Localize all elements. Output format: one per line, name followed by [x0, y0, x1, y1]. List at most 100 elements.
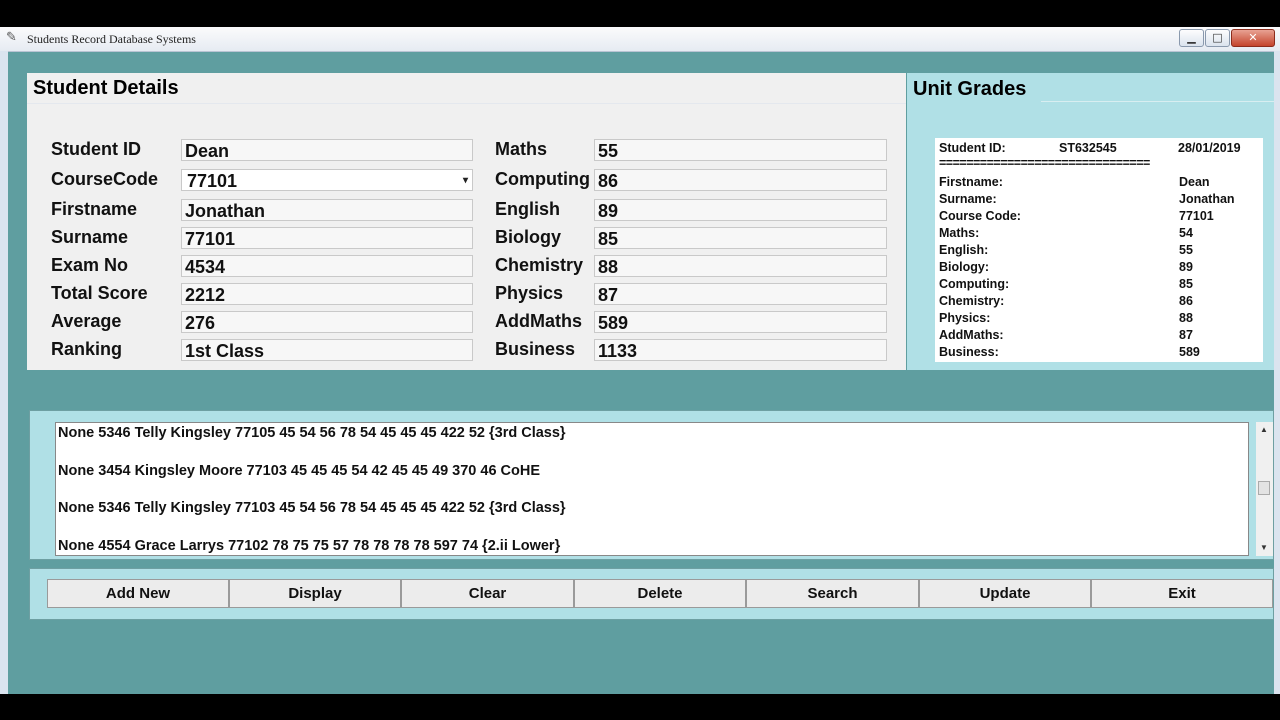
maths-value: 55 — [598, 141, 619, 161]
computing-input[interactable]: 86 — [594, 169, 887, 191]
physics-input[interactable]: 87 — [594, 283, 887, 305]
window-title: Students Record Database Systems — [27, 32, 196, 46]
receipt-english-label: English: — [939, 243, 989, 257]
scroll-thumb[interactable] — [1258, 481, 1270, 495]
biology-value: 85 — [598, 229, 619, 249]
total-score-value: 2212 — [185, 285, 226, 305]
feather-icon: ✎ — [6, 30, 17, 45]
maximize-button[interactable]: □ — [1205, 29, 1230, 47]
window-border-right — [1274, 51, 1280, 694]
receipt-addmaths-label: AddMaths: — [939, 328, 1004, 342]
ranking-value: 1st Class — [185, 341, 265, 361]
addmaths-label: AddMaths — [495, 311, 582, 331]
receipt-addmaths-value: 87 — [1179, 328, 1193, 342]
screen-bottom-bar — [0, 694, 1280, 720]
receipt-physics-value: 88 — [1179, 311, 1193, 325]
biology-input[interactable]: 85 — [594, 227, 887, 249]
receipt-student-id: ST632545 — [1059, 141, 1117, 155]
chemistry-input[interactable]: 88 — [594, 255, 887, 277]
computing-value: 86 — [598, 171, 619, 191]
average-input[interactable]: 276 — [181, 311, 473, 333]
delete-button[interactable]: Delete — [574, 579, 746, 608]
firstname-input[interactable]: Jonathan — [181, 199, 473, 221]
student-details-title: Student Details — [33, 77, 179, 99]
exam-no-label: Exam No — [51, 255, 129, 275]
firstname-label: Firstname — [51, 199, 138, 219]
records-listbox[interactable]: None 5346 Telly Kingsley 77105 45 54 56 … — [55, 422, 1249, 556]
addmaths-input[interactable]: 589 — [594, 311, 887, 333]
student-id-input[interactable]: Dean — [181, 139, 473, 161]
receipt-chemistry-label: Chemistry: — [939, 294, 1005, 308]
add-new-button[interactable]: Add New — [47, 579, 229, 608]
ranking-label: Ranking — [51, 339, 123, 359]
average-label: Average — [51, 311, 122, 331]
student-id-value: Dean — [185, 141, 230, 161]
biology-label: Biology — [495, 227, 561, 247]
display-button[interactable]: Display — [229, 579, 401, 608]
receipt-course-code-value: 77101 — [1179, 209, 1214, 223]
receipt-business-value: 589 — [1179, 345, 1200, 359]
english-value: 89 — [598, 201, 619, 221]
list-item[interactable]: None 5346 Telly Kingsley 77103 45 54 56 … — [58, 500, 566, 516]
maths-input[interactable]: 55 — [594, 139, 887, 161]
computing-label: Computing — [495, 169, 590, 189]
receipt-english-value: 55 — [1179, 243, 1193, 257]
receipt-firstname-value: Dean — [1179, 175, 1210, 189]
list-item[interactable]: None 3454 Kingsley Moore 77103 45 45 45 … — [58, 463, 540, 479]
student-id-label: Student ID — [51, 139, 141, 159]
receipt-computing-label: Computing: — [939, 277, 1010, 291]
receipt-business-label: Business: — [939, 345, 999, 359]
average-value: 276 — [185, 313, 216, 333]
business-label: Business — [495, 339, 576, 359]
unit-grades-divider — [1041, 101, 1274, 102]
receipt-maths-label: Maths: — [939, 226, 980, 240]
close-button[interactable]: ✕ — [1231, 29, 1275, 47]
exam-no-input[interactable]: 4534 — [181, 255, 473, 277]
coursecode-label: CourseCode — [51, 169, 159, 189]
list-item[interactable]: None 4554 Grace Larrys 77102 78 75 75 57… — [58, 538, 560, 554]
receipt-course-code-label: Course Code: — [939, 209, 1021, 223]
receipt-separator: =============================== — [939, 156, 1150, 170]
clear-button[interactable]: Clear — [401, 579, 574, 608]
ranking-input[interactable]: 1st Class — [181, 339, 473, 361]
receipt-surname-label: Surname: — [939, 192, 997, 206]
records-scrollbar[interactable]: ▲ ▼ — [1256, 422, 1273, 556]
receipt-maths-value: 54 — [1179, 226, 1193, 240]
total-score-label: Total Score — [51, 283, 148, 303]
title-bar[interactable]: ✎ Students Record Database Systems ▁ □ ✕ — [0, 27, 1280, 52]
receipt-biology-value: 89 — [1179, 260, 1193, 274]
chemistry-label: Chemistry — [495, 255, 584, 275]
list-item[interactable]: None 5346 Telly Kingsley 77105 45 54 56 … — [58, 425, 566, 441]
scroll-down-arrow-icon[interactable]: ▼ — [1260, 543, 1268, 552]
search-button[interactable]: Search — [746, 579, 919, 608]
coursecode-value: 77101 — [187, 171, 238, 191]
surname-value: 77101 — [185, 229, 236, 249]
english-input[interactable]: 89 — [594, 199, 887, 221]
physics-value: 87 — [598, 285, 619, 305]
receipt-chemistry-value: 86 — [1179, 294, 1193, 308]
surname-input[interactable]: 77101 — [181, 227, 473, 249]
business-input[interactable]: 1133 — [594, 339, 887, 361]
scroll-up-arrow-icon[interactable]: ▲ — [1260, 425, 1268, 434]
firstname-value: Jonathan — [185, 201, 266, 221]
english-label: English — [495, 199, 561, 219]
update-button[interactable]: Update — [919, 579, 1091, 608]
maths-label: Maths — [495, 139, 548, 159]
exit-button[interactable]: Exit — [1091, 579, 1273, 608]
total-score-input[interactable]: 2212 — [181, 283, 473, 305]
window-border-left — [0, 51, 8, 694]
minimize-button[interactable]: ▁ — [1179, 29, 1204, 47]
surname-label: Surname — [51, 227, 129, 247]
business-value: 1133 — [598, 341, 638, 361]
receipt-computing-value: 85 — [1179, 277, 1193, 291]
chevron-down-icon[interactable]: ▾ — [463, 170, 468, 190]
coursecode-input[interactable]: 77101 ▾ — [181, 169, 473, 191]
receipt-surname-value: Jonathan — [1179, 192, 1235, 206]
receipt-biology-label: Biology: — [939, 260, 989, 274]
chemistry-value: 88 — [598, 257, 619, 277]
physics-label: Physics — [495, 283, 564, 303]
receipt-date: 28/01/2019 — [1178, 141, 1241, 155]
receipt-firstname-label: Firstname: — [939, 175, 1003, 189]
unit-grades-title: Unit Grades — [913, 78, 1027, 100]
exam-no-value: 4534 — [185, 257, 226, 277]
